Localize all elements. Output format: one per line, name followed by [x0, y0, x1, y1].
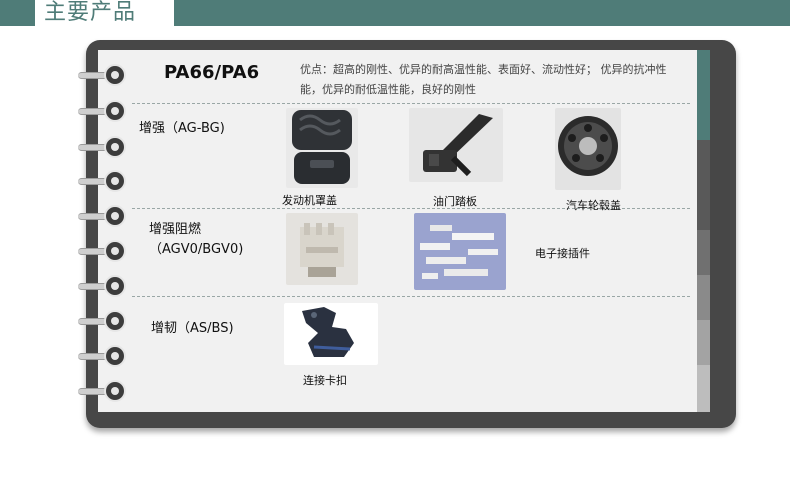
side-tab [697, 95, 710, 140]
binding-ring [104, 170, 126, 192]
material-advantages: 优点：超高的刚性、优异的耐高温性能、表面好、流动性好； 优异的抗冲性能，优异的耐… [300, 63, 667, 96]
binding-ring [104, 275, 126, 297]
side-tab [697, 140, 710, 185]
side-tab [697, 185, 710, 230]
row-divider [132, 296, 690, 297]
flame-retardant-part-photo [286, 213, 358, 285]
category-label-reinforced: 增强（AG-BG) [139, 121, 225, 136]
binding-ring [104, 240, 126, 262]
material-name: PA66/PA6 [164, 62, 260, 83]
wheel-hub-cover-photo [555, 108, 621, 190]
item-caption: 发动机罩盖 [282, 194, 337, 207]
binding-ring [104, 100, 126, 122]
category-label-line2: （AGV0/BGV0) [149, 242, 244, 257]
notebook-side-tabs [697, 50, 710, 412]
row-divider [132, 103, 690, 104]
header-bar-left [0, 0, 35, 26]
category-label-flame-retardant: 增强阻燃 （AGV0/BGV0) [149, 220, 243, 260]
binding-ring [104, 136, 126, 158]
side-tab [697, 275, 710, 320]
engine-cover-photo [286, 108, 358, 188]
side-tab [697, 50, 710, 95]
item-caption: 连接卡扣 [303, 374, 347, 387]
page-title: 主要产品 [44, 0, 137, 25]
category-label-line1: 增强阻燃 [149, 222, 202, 237]
binding-ring [104, 64, 126, 86]
category-label-toughened: 增韧（AS/BS) [151, 321, 234, 336]
header-bar-right [174, 0, 790, 26]
side-tab [697, 365, 710, 412]
item-caption: 油门踏板 [433, 195, 477, 208]
electronic-connector-photo [414, 213, 506, 290]
binding-ring [104, 345, 126, 367]
item-caption: 汽车轮毂盖 [566, 199, 621, 212]
binding-ring [104, 310, 126, 332]
side-tab [697, 230, 710, 275]
throttle-pedal-photo [409, 108, 503, 182]
item-caption: 电子接插件 [535, 247, 590, 260]
binding-ring [104, 380, 126, 402]
binding-ring [104, 205, 126, 227]
connector-clip-photo [284, 303, 378, 365]
side-tab [697, 320, 710, 365]
